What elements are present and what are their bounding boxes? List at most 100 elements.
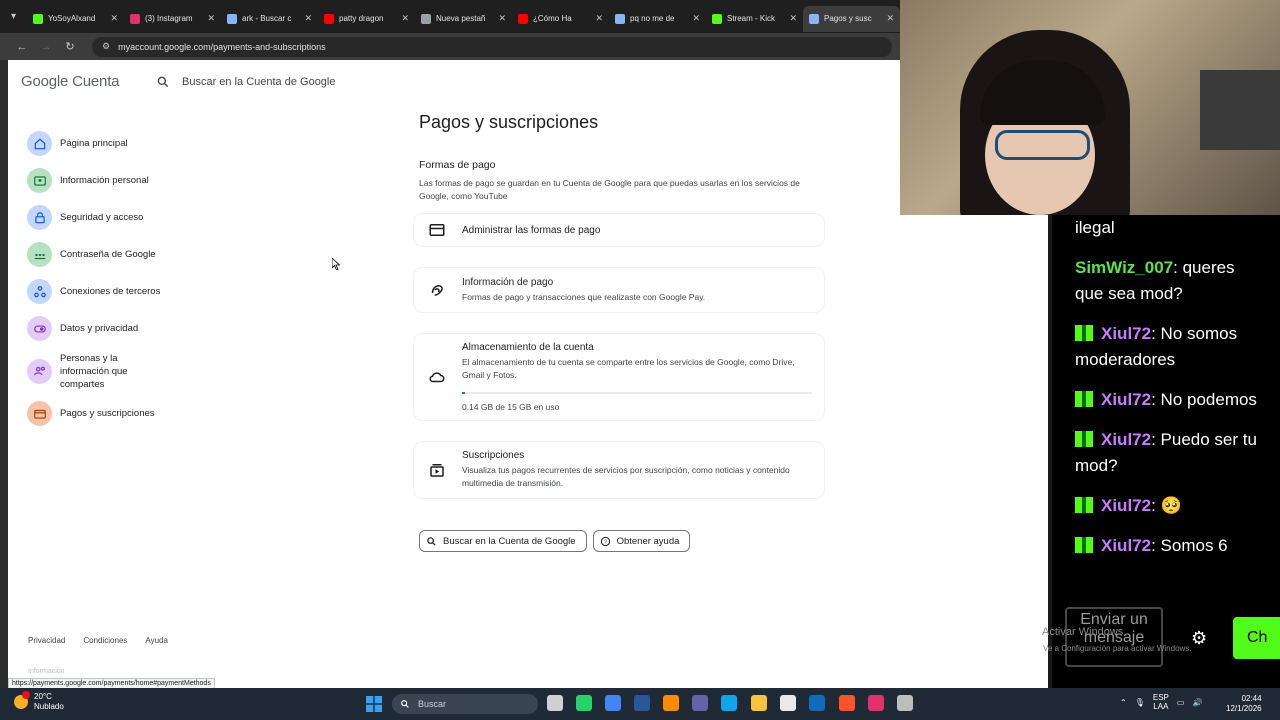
storage-subtitle: El almacenamiento de tu cuenta se compar… <box>462 357 795 380</box>
settings-app-icon[interactable] <box>897 695 913 711</box>
tab-search-button[interactable]: ▾ <box>0 0 27 33</box>
chat-username[interactable]: Xiul72 <box>1101 324 1151 343</box>
tray-chevron-icon[interactable]: ⌃ <box>1120 698 1127 707</box>
volume-icon[interactable]: 🔊 <box>1192 698 1202 707</box>
browser-tab[interactable]: ¿Cómo Ha ✕ <box>512 6 609 32</box>
copilot-icon[interactable] <box>663 695 679 711</box>
chat-message: Xiul72: No podemos <box>1075 387 1265 413</box>
outlook-icon[interactable] <box>809 695 825 711</box>
folder-icon[interactable] <box>751 695 767 711</box>
store-icon[interactable] <box>780 695 796 711</box>
credit-card-icon <box>429 224 445 236</box>
chrome-icon[interactable] <box>605 695 621 711</box>
chat-send-button[interactable]: Ch <box>1233 617 1280 659</box>
chat-message: Xiul72: No somos moderadores <box>1075 321 1265 373</box>
chat-username[interactable]: Xiul72 <box>1101 430 1151 449</box>
tab-close-icon[interactable]: ✕ <box>886 13 894 24</box>
tab-close-icon[interactable]: ✕ <box>595 13 603 24</box>
payment-info-card[interactable]: Información de pago Formas de pago y tra… <box>413 267 825 313</box>
chat-username[interactable]: Xiul72 <box>1101 390 1151 409</box>
edge-icon[interactable] <box>721 695 737 711</box>
file-explorer-icon[interactable] <box>547 695 563 711</box>
page-footer: Privacidad Condiciones Ayuda <box>28 636 168 645</box>
help-link[interactable]: Ayuda <box>145 636 168 645</box>
whatsapp-icon[interactable] <box>576 695 592 711</box>
chat-scrollbar[interactable] <box>1048 215 1052 688</box>
chat-username[interactable]: SimWiz_007 <box>1075 258 1173 277</box>
sidebar-item[interactable]: Datos y privacidad <box>26 310 171 347</box>
subscriptions-subtitle: Visualiza tus pagos recurrentes de servi… <box>462 465 790 488</box>
site-info-icon[interactable]: ⚙ <box>102 41 110 52</box>
sidebar-item[interactable]: Personas y la información que compartes <box>26 347 171 395</box>
browser-tab[interactable]: patty dragon ✕ <box>318 6 415 32</box>
brave-icon[interactable] <box>839 695 855 711</box>
word-icon[interactable] <box>634 695 650 711</box>
info-link[interactable]: Información <box>28 668 65 675</box>
weather-badge <box>22 691 30 699</box>
chat-settings-gear-icon[interactable]: ⚙ <box>1191 628 1207 649</box>
taskbar-clock[interactable]: 02:44 12/1/2026 <box>1226 694 1262 714</box>
language-indicator[interactable]: ESP LAA <box>1153 693 1169 711</box>
account-storage-card[interactable]: Almacenamiento de la cuenta El almacenam… <box>413 333 825 421</box>
browser-tab[interactable]: ark - Buscar c ✕ <box>221 6 318 32</box>
tab-close-icon[interactable]: ✕ <box>498 13 506 24</box>
google-account-logo[interactable]: Google Cuenta <box>21 73 120 90</box>
tab-close-icon[interactable]: ✕ <box>692 13 700 24</box>
privacy-link[interactable]: Privacidad <box>28 636 65 645</box>
weather-sun-icon <box>14 691 30 709</box>
sidebar-item[interactable]: Seguridad y acceso <box>26 199 171 236</box>
reload-button[interactable]: ↻ <box>58 40 82 53</box>
tab-title: (3) Instagram <box>145 14 193 23</box>
sidebar-item[interactable]: Conexiones de terceros <box>26 273 171 310</box>
sidebar-item-label: Contraseña de Google <box>60 249 156 260</box>
subscriptions-card[interactable]: Suscripciones Visualiza tus pagos recurr… <box>413 441 825 499</box>
webcam-background-shelf <box>1200 70 1280 150</box>
tab-close-icon[interactable]: ✕ <box>304 13 312 24</box>
chat-username[interactable]: Xiul72 <box>1101 536 1151 555</box>
browser-tab[interactable]: Nueva pestañ ✕ <box>415 6 512 32</box>
get-help-button[interactable]: ? Obtener ayuda <box>592 530 691 552</box>
tab-close-icon[interactable]: ✕ <box>401 13 409 24</box>
account-search-box[interactable]: Buscar en la Cuenta de Google <box>148 68 626 96</box>
storage-usage-text: 0.14 GB de 15 GB en uso <box>462 402 560 412</box>
tab-favicon-icon <box>130 13 140 24</box>
network-icon[interactable]: ▭ <box>1177 698 1185 707</box>
sidebar-item[interactable]: Página principal <box>26 125 171 162</box>
teams-icon[interactable] <box>692 695 708 711</box>
address-bar[interactable]: ⚙ myaccount.google.com/payments-and-subs… <box>92 36 892 57</box>
tab-close-icon[interactable]: ✕ <box>207 13 215 24</box>
microphone-icon[interactable]: 🎙 <box>1135 698 1145 707</box>
sidebar-item[interactable]: Información personal <box>26 162 171 199</box>
storage-progress-bar <box>462 392 812 394</box>
storage-progress-fill <box>462 392 466 394</box>
tab-title: ark - Buscar c <box>242 14 292 23</box>
system-tray: ⌃ 🎙 ESP LAA ▭ 🔊 <box>1120 693 1202 711</box>
forward-button[interactable]: → <box>34 41 58 53</box>
chat-text: Somos 6 <box>1160 536 1228 555</box>
back-button[interactable]: ← <box>10 41 34 53</box>
tab-close-icon[interactable]: ✕ <box>789 13 797 24</box>
browser-tab[interactable]: pq no me de ✕ <box>609 6 706 32</box>
payment-info-title: Información de pago <box>462 276 554 288</box>
browser-tab[interactable]: (3) Instagram ✕ <box>124 6 221 32</box>
browser-tab[interactable]: Stream - Kick ✕ <box>706 6 803 32</box>
weather-widget[interactable]: 20°C Nublado <box>14 691 64 712</box>
search-account-button[interactable]: Buscar en la Cuenta de Google <box>419 530 587 552</box>
taskbar-search[interactable]: Buscar <box>392 694 538 714</box>
sidebar-item[interactable]: Contraseña de Google <box>26 236 171 273</box>
chat-username[interactable]: Xiul72 <box>1101 496 1151 515</box>
sidebar-item[interactable]: Pagos y suscripciones <box>26 395 171 432</box>
streamer-glasses <box>995 130 1090 160</box>
tab-close-icon[interactable]: ✕ <box>110 13 118 24</box>
tab-favicon-icon <box>809 13 819 24</box>
tab-favicon-icon <box>227 13 237 24</box>
manage-payment-methods-card[interactable]: Administrar las formas de pago <box>413 213 825 247</box>
tab-title: YoSoyAlxand <box>48 14 96 23</box>
instagram-icon[interactable] <box>868 695 884 711</box>
browser-tab[interactable]: Pagos y susc ✕ <box>803 5 900 32</box>
people-icon <box>27 358 52 384</box>
terms-link[interactable]: Condiciones <box>83 636 127 645</box>
help-circle-icon: ? <box>600 536 610 546</box>
windows-start-icon[interactable] <box>366 696 382 712</box>
browser-tab[interactable]: YoSoyAlxand ✕ <box>27 6 124 32</box>
